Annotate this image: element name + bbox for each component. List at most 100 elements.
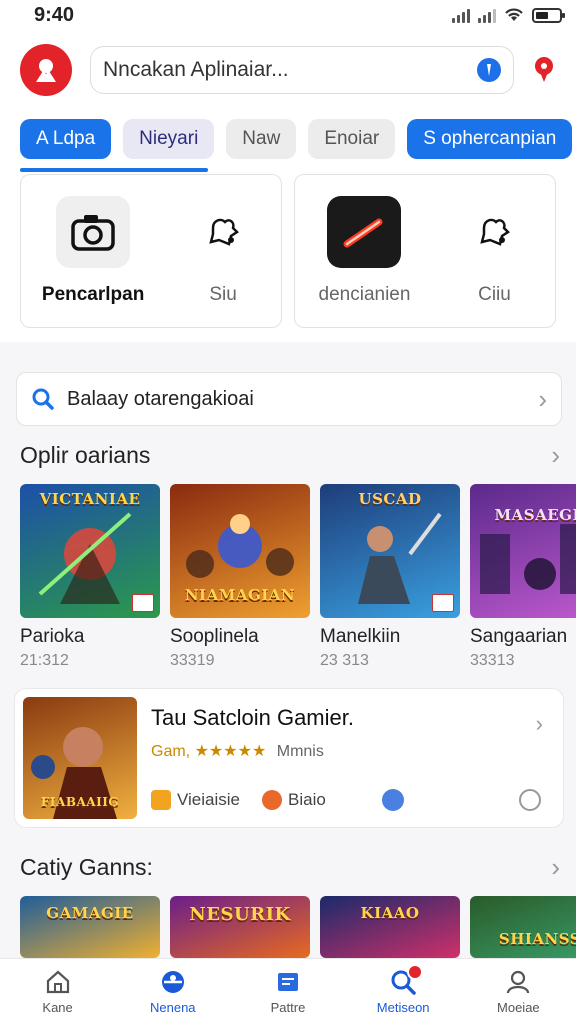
search-input[interactable] — [103, 58, 463, 82]
tab-other[interactable]: Enoiar — [308, 119, 396, 159]
nav-label: Moeiae — [497, 1000, 540, 1015]
game-row: GAMAGIE NESURIK KIAAO SHIANSS — [20, 896, 576, 958]
app-screen: 9:40 Nncakan Aplinaiar... A Ldpa Nieyari… — [0, 0, 576, 1024]
game-art-title: SHIANSS — [498, 930, 576, 948]
apps-icon — [277, 973, 298, 991]
search-bar[interactable] — [90, 46, 514, 94]
nav-profile[interactable]: Moeiae — [470, 968, 566, 1015]
home-icon — [46, 970, 69, 994]
tab-all[interactable]: A Ldpa — [20, 119, 112, 159]
app-logo[interactable] — [20, 44, 72, 96]
share-icon[interactable] — [381, 789, 404, 811]
notification-dot-icon — [407, 964, 424, 980]
game-size: 21:312 — [20, 652, 69, 669]
shortcut-camera[interactable]: Pencarlpan — [42, 196, 144, 306]
tab-now[interactable]: Naw — [226, 119, 297, 159]
status-icons — [452, 7, 565, 23]
bottom-nav: Kane Nenena Pattre Metiseon Moeiae — [0, 958, 576, 1024]
shortcut-puzzle[interactable]: Siu — [186, 196, 260, 306]
shortcut-label: Ciiu — [478, 284, 511, 305]
section-header[interactable]: Catiy Ganns: › — [20, 852, 560, 883]
shortcut-card-left: Pencarlpan Siu — [20, 174, 282, 328]
lightsaber-icon — [327, 196, 402, 268]
tag-icon — [151, 790, 171, 810]
featured-body: Tau Satcloin Gamier. Gam, ★★★★★ Mmnis Vi… — [137, 697, 555, 819]
game-thumbnail: VICTANIAE — [20, 484, 160, 618]
search-suggestion[interactable]: Balaay otarengakioai › — [16, 372, 562, 426]
game-row: VICTANIAE Parioka 21:312 NIAMAGIAN Soopl… — [20, 484, 576, 670]
game-art-title: KIAAO — [360, 904, 420, 922]
nav-label: Kane — [42, 1000, 73, 1015]
nav-apps[interactable]: Pattre — [240, 968, 336, 1015]
shortcut-label: dencianien — [318, 284, 411, 305]
rating-badge-icon — [432, 594, 454, 612]
profile-icon — [507, 970, 530, 994]
nav-label: Pattre — [270, 1000, 306, 1015]
category-tabs: A Ldpa Nieyari Naw Enoiar S ophercanpian — [0, 110, 576, 168]
nav-games[interactable]: Nenena — [125, 968, 221, 1015]
featured-game-card[interactable]: FIABAAIIG Tau Satcloin Gamier. Gam, ★★★★… — [14, 688, 564, 828]
nav-search[interactable]: Metiseon — [355, 964, 451, 1015]
notification-icon[interactable] — [532, 55, 556, 85]
game-art-title: MASAEGR — [494, 506, 576, 524]
featured-chip: Vieiaisie — [177, 790, 241, 809]
shortcut-cards: Pencarlpan Siu dencianien Ciiu — [20, 174, 556, 328]
game-thumbnail: GAMAGIE — [20, 896, 160, 958]
camera-icon — [56, 196, 131, 268]
game-tile[interactable]: VICTANIAE Parioka 21:312 — [20, 484, 160, 670]
games-icon — [161, 971, 184, 993]
featured-footer: Vieiaisie Biaio — [151, 789, 547, 811]
face-icon — [262, 790, 283, 810]
game-size: 33313 — [470, 652, 515, 669]
section-header[interactable]: Oplir oarians › — [20, 440, 560, 471]
featured-rating: Gam, ★★★★★ Mmnis — [151, 741, 545, 761]
section-title: Oplir oarians — [20, 442, 151, 468]
game-thumbnail: SHIANSS — [470, 896, 576, 958]
featured-title: Tau Satcloin Gamier. — [151, 705, 354, 730]
game-thumbnail: MASAEGR — [470, 484, 576, 618]
tab-explore[interactable]: S ophercanpian — [407, 119, 573, 159]
game-thumbnail: NESURIK — [170, 896, 310, 958]
section-title: Catiy Ganns: — [20, 854, 153, 880]
shortcut-section: Pencarlpan Siu dencianien Ciiu — [0, 168, 576, 342]
featured-thumbnail: FIABAAIIG — [23, 697, 137, 819]
nav-label: Metiseon — [376, 1000, 430, 1015]
signal-icon — [452, 7, 470, 23]
game-tile[interactable]: SHIANSS — [470, 896, 576, 958]
radio-icon[interactable] — [519, 789, 541, 811]
suggestion-text: Balaay otarengakioai — [67, 387, 254, 410]
mic-icon[interactable] — [477, 58, 501, 82]
search-nav-icon — [389, 964, 424, 996]
game-tile[interactable]: USCAD Manelkiin 23 313 — [320, 484, 460, 670]
search-icon — [32, 388, 54, 410]
tab-new[interactable]: Nieyari — [123, 119, 215, 159]
game-name: Parioka — [20, 626, 85, 647]
game-name: Manelkiin — [320, 626, 401, 647]
rating-prefix: Gam, — [151, 743, 191, 760]
game-tile[interactable]: NESURIK — [170, 896, 310, 958]
header — [0, 30, 576, 110]
game-tile[interactable]: MASAEGR Sangaarian 33313 — [470, 484, 576, 670]
nav-home[interactable]: Kane — [10, 968, 106, 1015]
game-tile[interactable]: KIAAO — [320, 896, 460, 958]
chevron-right-icon[interactable]: › — [551, 852, 560, 883]
game-art-title: NIAMAGIAN — [184, 586, 296, 604]
featured-chip: Biaio — [288, 790, 326, 809]
game-thumbnail: USCAD — [320, 484, 460, 618]
logo-icon — [36, 59, 56, 82]
game-size: 23 313 — [320, 652, 369, 669]
shortcut-lightsaber[interactable]: dencianien — [318, 196, 411, 306]
game-name: Sooplinela — [170, 626, 259, 647]
puzzle-icon — [457, 196, 531, 268]
star-rating-icon: ★★★★★ — [194, 743, 267, 760]
game-name: Sangaarian — [470, 626, 568, 647]
shortcut-puzzle-2[interactable]: Ciiu — [457, 196, 531, 306]
game-thumbnail: KIAAO — [320, 896, 460, 958]
game-art-title: NESURIK — [189, 904, 291, 925]
game-tile[interactable]: NIAMAGIAN Sooplinela 33319 — [170, 484, 310, 670]
game-thumbnail: NIAMAGIAN — [170, 484, 310, 618]
chevron-right-icon[interactable]: › — [551, 440, 560, 471]
status-time: 9:40 — [34, 3, 75, 26]
signal-secondary-icon — [478, 7, 496, 23]
game-tile[interactable]: GAMAGIE — [20, 896, 160, 958]
